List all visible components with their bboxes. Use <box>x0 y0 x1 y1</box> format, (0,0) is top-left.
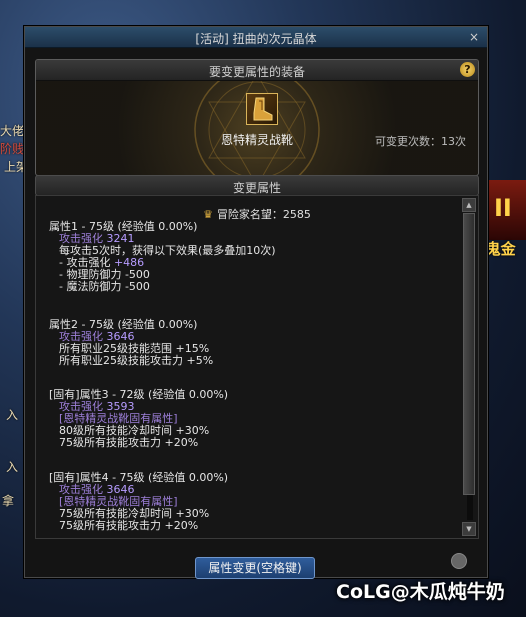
help-icon[interactable]: ? <box>460 62 475 77</box>
attribute-change-window: [活动] 扭曲的次元晶体 × 要变更属性的装备 ? 恩特精灵战靴 可变更次数：1… <box>24 26 488 578</box>
boots-icon <box>253 97 273 121</box>
bg-text-5: 入 <box>6 460 19 474</box>
attribute-block-3: [固有]属性3 - 72级 (经验值 0.00%) 攻击强化 3593 [恩特精… <box>49 389 449 449</box>
bg-text-6: 拿 <box>2 494 15 508</box>
attribute-line: 75级所有技能攻击力 +20% <box>59 436 199 449</box>
window-title: [活动] 扭曲的次元晶体 <box>195 32 317 46</box>
bg-text-4: 入 <box>6 408 19 422</box>
attribute-header: 变更属性 <box>35 175 479 196</box>
attribute-line: 75级所有技能攻击力 +20% <box>59 519 199 532</box>
attribute-change-button[interactable]: 属性变更(空格键) <box>195 557 315 579</box>
attribute-block-2: 属性2 - 75级 (经验值 0.00%) 攻击强化 3646 所有职业25级技… <box>49 319 449 367</box>
equipment-panel: 要变更属性的装备 ? 恩特精灵战靴 可变更次数：13次 <box>35 59 479 176</box>
fame-icon: ♛ <box>203 208 213 221</box>
scroll-down-icon[interactable]: ▼ <box>462 522 476 536</box>
scroll-up-icon[interactable]: ▲ <box>462 198 476 212</box>
close-icon[interactable]: × <box>467 30 481 44</box>
fame-label: 冒险家名望：2585 <box>216 208 311 221</box>
bg-guild-logo-text: II <box>494 194 512 222</box>
change-count-label: 可变更次数：13次 <box>375 135 466 148</box>
equipment-slot[interactable] <box>246 93 278 125</box>
attribute-list-panel[interactable]: ♛ 冒险家名望：2585 属性1 - 75级 (经验值 0.00%) 攻击强化 3… <box>35 195 479 539</box>
attribute-header-label: 变更属性 <box>232 181 281 195</box>
watermark: CoLG@木瓜炖牛奶 <box>336 581 505 603</box>
bg-text-1: 大佬 <box>0 124 25 138</box>
attribute-line: 所有职业25级技能攻击力 +5% <box>59 354 214 367</box>
equipment-header: 要变更属性的装备 ? <box>36 60 478 81</box>
attribute-block-1: 属性1 - 75级 (经验值 0.00%) 攻击强化 3241 每攻击5次时，获… <box>49 221 449 293</box>
attribute-line: - 魔法防御力 -500 <box>59 280 150 293</box>
corner-button[interactable] <box>451 553 467 569</box>
attribute-block-4: [固有]属性4 - 75级 (经验值 0.00%) 攻击强化 3646 [恩特精… <box>49 472 449 532</box>
equipment-header-label: 要变更属性的装备 <box>208 65 305 79</box>
window-titlebar[interactable]: [活动] 扭曲的次元晶体 × <box>25 27 487 48</box>
scrollbar-thumb[interactable] <box>463 213 475 495</box>
bg-text-2: 阶贱 <box>0 142 25 156</box>
